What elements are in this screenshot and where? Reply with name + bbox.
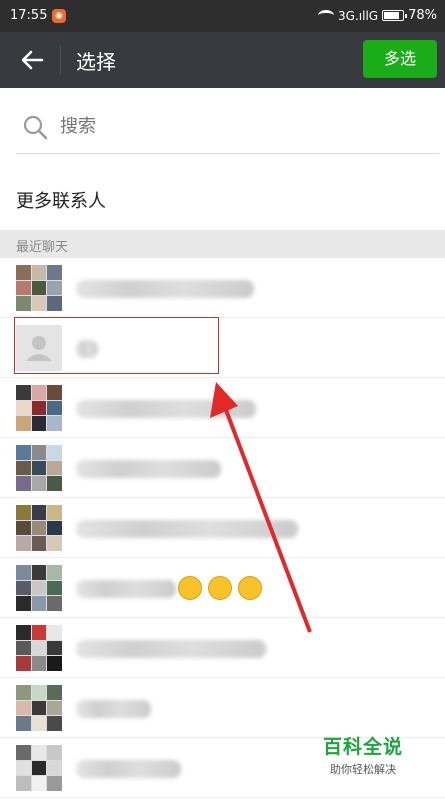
app-bar: 选择 多选 [0,32,445,88]
more-contacts-label: 更多联系人 [16,191,106,212]
status-bar: 17:55 ◉ 3G.ıllG 78% [0,0,445,32]
chat-row[interactable] [0,618,445,678]
watermark-title: 百科全说 [323,736,404,758]
chat-row[interactable] [0,558,445,618]
chat-row[interactable] [0,498,445,558]
group-avatar [16,385,62,431]
wifi-icon [318,10,335,21]
chat-row[interactable] [0,438,445,498]
battery-percent: 78% [408,8,437,23]
app-bar-divider [60,45,61,75]
group-avatar [16,505,62,551]
blurred-chat-name [76,640,266,658]
group-avatar [16,565,62,611]
back-arrow-icon[interactable] [18,46,46,74]
multi-select-button[interactable]: 多选 [363,40,437,78]
watermark: 百科全说 助你轻松解决 [323,732,403,777]
blurred-chat-name [76,580,176,598]
emoji-group [178,576,262,600]
chat-row[interactable] [0,678,445,738]
blurred-chat-name [76,280,254,298]
status-time: 17:55 [10,8,48,23]
more-contacts-item[interactable]: 更多联系人 [0,168,445,230]
smirk-emoji-icon [208,576,232,600]
group-avatar [16,445,62,491]
blurred-chat-name [76,460,221,478]
search-row[interactable] [0,88,445,168]
search-icon [23,115,48,140]
smirk-emoji-icon [178,576,202,600]
group-avatar [16,625,62,671]
smirk-emoji-icon [238,576,262,600]
blurred-chat-name [76,700,151,718]
blurred-chat-name [76,760,181,778]
network-status: 3G.ıllG [338,8,379,23]
recent-chats-label: 最近聊天 [16,240,69,255]
group-avatar [16,685,62,731]
chat-row[interactable] [0,378,445,438]
blurred-chat-name [76,400,256,418]
recent-chats-header: 最近聊天 [0,230,445,258]
chat-row[interactable] [0,258,445,318]
search-underline [16,153,439,154]
page-title: 选择 [76,50,116,74]
highlight-box [14,317,219,374]
search-input[interactable] [60,116,360,137]
watermark-subtitle: 助你轻松解决 [330,763,396,776]
group-avatar [16,745,62,791]
notification-icon: ◉ [52,9,66,23]
group-avatar [16,265,62,311]
blurred-chat-name [76,520,298,538]
status-indicators: 3G.ıllG 78% [318,8,437,23]
battery-icon [382,10,408,21]
